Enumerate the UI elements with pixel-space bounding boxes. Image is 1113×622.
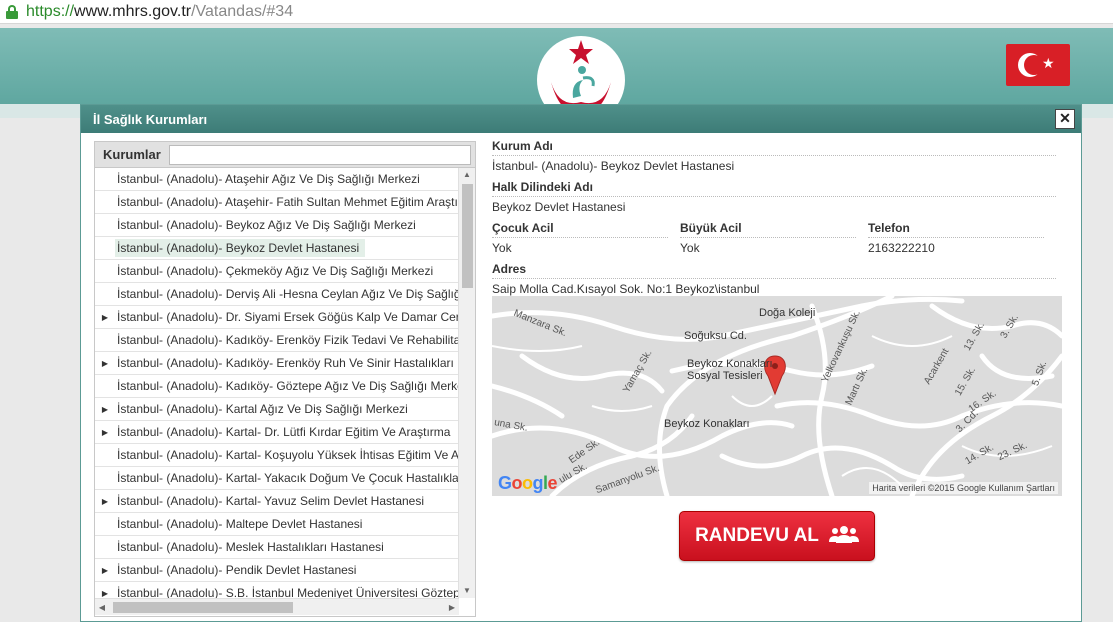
- randevu-al-button[interactable]: RANDEVU AL: [679, 511, 875, 561]
- tree-item-label: İstanbul- (Anadolu)- Kartal Ağız Ve Diş …: [117, 402, 408, 416]
- scroll-down-icon[interactable]: ▼: [459, 584, 475, 598]
- tree-item-label: İstanbul- (Anadolu)- Kadıköy- Erenköy Fi…: [117, 333, 459, 347]
- tree-item[interactable]: İstanbul- (Anadolu)- Kartal- Koşuyolu Yü…: [95, 444, 459, 467]
- tree-item[interactable]: ▶ İstanbul- (Anadolu)- Pendik Devlet Hast…: [95, 559, 459, 582]
- users-icon: [828, 524, 859, 549]
- institution-details: Kurum Adı İstanbul- (Anadolu)- Beykoz De…: [492, 139, 1056, 303]
- expand-arrow-icon[interactable]: ▶: [95, 497, 115, 506]
- dialog-titlebar: İl Sağlık Kurumları ✕: [81, 105, 1081, 133]
- tree-item[interactable]: İstanbul- (Anadolu)- Meslek Hastalıkları…: [95, 536, 459, 559]
- tree-item[interactable]: İstanbul- (Anadolu)- Ataşehir- Fatih Sul…: [95, 191, 459, 214]
- expand-arrow-icon[interactable]: ▶: [95, 313, 115, 322]
- tree-item[interactable]: İstanbul- (Anadolu)- Derviş Ali -Hesna C…: [95, 283, 459, 306]
- institution-search-input[interactable]: [169, 144, 471, 165]
- tree-item-label: İstanbul- (Anadolu)- Ataşehir Ağız Ve Di…: [117, 172, 420, 186]
- telefon-value: 2163222210: [868, 241, 935, 255]
- institution-list: İstanbul- (Anadolu)- Ataşehir Ağız Ve Di…: [95, 168, 459, 598]
- tree-item-label: İstanbul- (Anadolu)- Çekmeköy Ağız Ve Di…: [117, 264, 434, 278]
- tree-item[interactable]: İstanbul- (Anadolu)- Ataşehir Ağız Ve Di…: [95, 168, 459, 191]
- randevu-al-label: RANDEVU AL: [695, 525, 819, 546]
- location-map[interactable]: Soğuksu Cd. Doğa Koleji Manzara Sk. Beyk…: [492, 296, 1062, 496]
- kurum-adi-label: Kurum Adı: [492, 139, 1056, 156]
- address-bar[interactable]: https://www.mhrs.gov.tr/Vatandas/#34: [0, 0, 1113, 24]
- dialog-title: İl Sağlık Kurumları: [93, 111, 208, 127]
- tree-item[interactable]: İstanbul- (Anadolu)- Kadıköy- Göztepe Ağ…: [95, 375, 459, 398]
- tree-item[interactable]: İstanbul- (Anadolu)- Kadıköy- Erenköy Fi…: [95, 329, 459, 352]
- adres-label: Adres: [492, 262, 1056, 279]
- lock-icon: [6, 4, 18, 19]
- horizontal-scroll-thumb[interactable]: [113, 602, 293, 613]
- tree-item[interactable]: ▶ İstanbul- (Anadolu)- S.B. İstanbul Mede…: [95, 582, 459, 598]
- tree-item[interactable]: ▶ İstanbul- (Anadolu)- Kartal Ağız Ve Diş…: [95, 398, 459, 421]
- expand-arrow-icon[interactable]: ▶: [95, 359, 115, 368]
- tree-item-label: İstanbul- (Anadolu)- Dr. Siyami Ersek Gö…: [117, 310, 459, 324]
- tree-header: Kurumlar: [95, 142, 475, 168]
- tree-item-label: İstanbul- (Anadolu)- Beykoz Devlet Hasta…: [115, 239, 366, 257]
- horizontal-scrollbar[interactable]: ◀ ▶: [95, 598, 459, 615]
- map-attribution[interactable]: Harita verileri ©2015 Google Kullanım Şa…: [869, 482, 1058, 494]
- tree-item[interactable]: İstanbul- (Anadolu)- Çekmeköy Ağız Ve Di…: [95, 260, 459, 283]
- tree-item[interactable]: ▶ İstanbul- (Anadolu)- Kadıköy- Erenköy R…: [95, 352, 459, 375]
- tree-item-label: İstanbul- (Anadolu)- Kartal- Yavuz Selim…: [117, 494, 425, 508]
- tree-item-label: İstanbul- (Anadolu)- Kartal- Dr. Lütfi K…: [117, 425, 451, 439]
- expand-arrow-icon[interactable]: ▶: [95, 428, 115, 437]
- turkish-flag-icon: ★: [1006, 44, 1070, 86]
- halk-adi-label: Halk Dilindeki Adı: [492, 180, 1056, 197]
- tree-item[interactable]: İstanbul- (Anadolu)- Maltepe Devlet Hast…: [95, 513, 459, 536]
- tree-item-label: İstanbul- (Anadolu)- Ataşehir- Fatih Sul…: [117, 195, 459, 209]
- cocuk-acil-label: Çocuk Acil: [492, 221, 668, 238]
- map-label-konaklari-sosyal-1: Beykoz Konakları: [687, 358, 773, 370]
- vertical-scroll-thumb[interactable]: [462, 184, 473, 288]
- tree-header-label: Kurumlar: [103, 147, 161, 162]
- tree-item-label: İstanbul- (Anadolu)- Meslek Hastalıkları…: [117, 540, 384, 554]
- tree-item[interactable]: İstanbul- (Anadolu)- Beykoz Devlet Hasta…: [95, 237, 459, 260]
- close-button[interactable]: ✕: [1055, 109, 1075, 129]
- halk-adi-value: Beykoz Devlet Hastanesi: [492, 200, 626, 214]
- buyuk-acil-label: Büyük Acil: [680, 221, 856, 238]
- map-label-konaklari: Beykoz Konakları: [664, 418, 750, 430]
- tree-item[interactable]: İstanbul- (Anadolu)- Kartal- Yakacık Doğ…: [95, 467, 459, 490]
- hospitals-dialog: İl Sağlık Kurumları ✕ Kurumlar İstanbul-…: [80, 104, 1082, 622]
- google-logo: Google: [498, 473, 558, 493]
- buyuk-acil-value: Yok: [680, 241, 700, 255]
- tree-item-label: İstanbul- (Anadolu)- Kadıköy- Göztepe Ağ…: [117, 379, 459, 393]
- tree-item-label: İstanbul- (Anadolu)- Derviş Ali -Hesna C…: [117, 287, 459, 301]
- scroll-left-icon[interactable]: ◀: [95, 599, 109, 616]
- tree-item[interactable]: ▶ İstanbul- (Anadolu)- Kartal- Yavuz Seli…: [95, 490, 459, 513]
- expand-arrow-icon[interactable]: ▶: [95, 405, 115, 414]
- tree-item[interactable]: ▶ İstanbul- (Anadolu)- Dr. Siyami Ersek G…: [95, 306, 459, 329]
- tree-item[interactable]: İstanbul- (Anadolu)- Beykoz Ağız Ve Diş …: [95, 214, 459, 237]
- map-label-konaklari-sosyal-2: Sosyal Tesisleri: [687, 370, 763, 382]
- expand-arrow-icon[interactable]: ▶: [95, 566, 115, 575]
- tree-item[interactable]: ▶ İstanbul- (Anadolu)- Kartal- Dr. Lütfi …: [95, 421, 459, 444]
- tree-item-label: İstanbul- (Anadolu)- Beykoz Ağız Ve Diş …: [117, 218, 416, 232]
- vertical-scrollbar[interactable]: ▲ ▼: [458, 168, 475, 598]
- tree-item-label: İstanbul- (Anadolu)- Kadıköy- Erenköy Ru…: [117, 356, 454, 370]
- scroll-right-icon[interactable]: ▶: [445, 599, 459, 616]
- tree-item-label: İstanbul- (Anadolu)- Kartal- Koşuyolu Yü…: [117, 448, 459, 462]
- tree-item-label: İstanbul- (Anadolu)- Pendik Devlet Hasta…: [117, 563, 357, 577]
- map-label-soguksu: Soğuksu Cd.: [684, 330, 747, 342]
- institutions-tree: Kurumlar İstanbul- (Anadolu)- Ataşehir A…: [94, 141, 476, 617]
- map-label-doga: Doğa Koleji: [759, 307, 816, 319]
- tree-item-label: İstanbul- (Anadolu)- Maltepe Devlet Hast…: [117, 517, 363, 531]
- tree-item-label: İstanbul- (Anadolu)- S.B. İstanbul Meden…: [117, 586, 459, 598]
- telefon-label: Telefon: [868, 221, 1044, 238]
- kurum-adi-value: İstanbul- (Anadolu)- Beykoz Devlet Hasta…: [492, 159, 735, 173]
- tree-item-label: İstanbul- (Anadolu)- Kartal- Yakacık Doğ…: [117, 471, 459, 485]
- adres-value: Saip Molla Cad.Kısayol Sok. No:1 Beykoz\…: [492, 282, 760, 296]
- scroll-up-icon[interactable]: ▲: [459, 168, 475, 182]
- expand-arrow-icon[interactable]: ▶: [95, 589, 115, 598]
- url-text[interactable]: https://www.mhrs.gov.tr/Vatandas/#34: [26, 3, 293, 21]
- cocuk-acil-value: Yok: [492, 241, 512, 255]
